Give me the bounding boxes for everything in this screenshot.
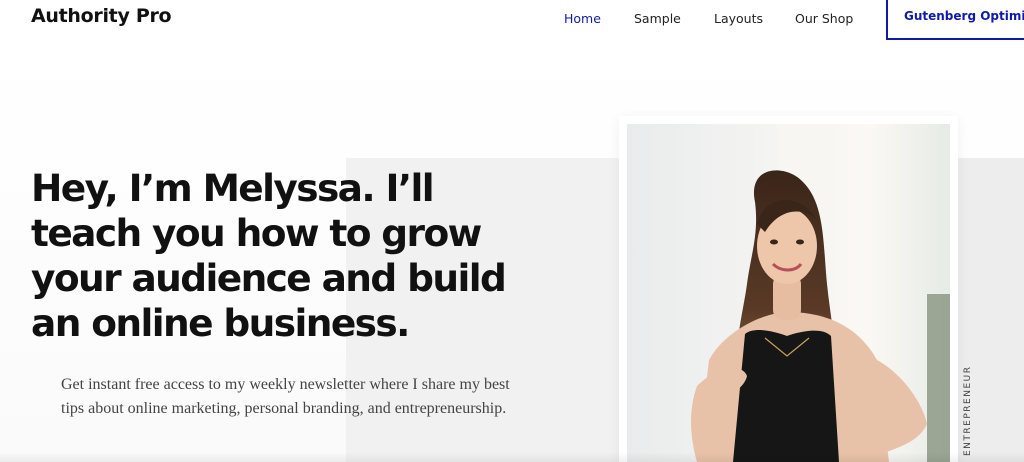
nav-item-home[interactable]: Home [564,11,601,26]
hero-photo-frame [619,116,958,462]
bottom-shadow [0,452,1024,462]
nav-item-our-shop[interactable]: Our Shop [795,11,853,26]
entrepreneur-vertical-label: ENTREPRENEUR [963,365,973,456]
site-header: Authority Pro Home Sample Layouts Our Sh… [0,0,1024,40]
gutenberg-optimized-button[interactable]: Gutenberg Optimized [886,0,1024,40]
portrait-illustration [627,124,950,462]
site-logo[interactable]: Authority Pro [31,5,172,27]
hero-headline: Hey, I’m Melyssa. I’ll teach you how to … [31,166,507,345]
nav-item-sample[interactable]: Sample [634,11,681,26]
hero-subtext: Get instant free access to my weekly new… [61,376,510,417]
nav-item-layouts[interactable]: Layouts [714,11,763,26]
hero-photo [627,124,950,462]
